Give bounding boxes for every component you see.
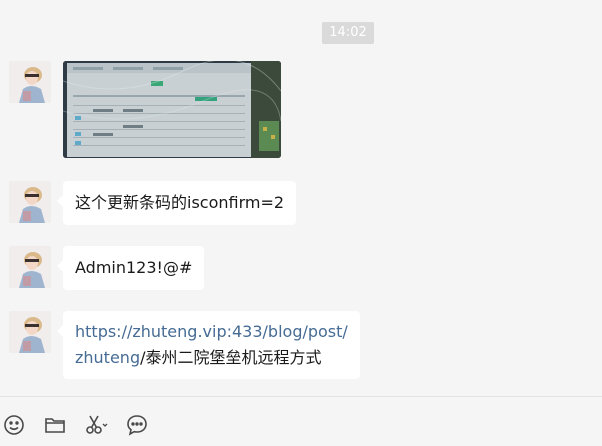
input-toolbar: [0, 396, 602, 446]
message-text: /泰州二院堡垒机远程方式: [140, 348, 322, 367]
chat-history[interactable]: 14:02 这个更新条码的isconfirm=2 Admin123!@# htt…: [0, 0, 602, 396]
avatar[interactable]: [9, 181, 51, 223]
message-text: Admin123!@#: [75, 258, 193, 277]
message-text: 这个更新条码的isconfirm=2: [75, 193, 285, 212]
scissors-icon[interactable]: [84, 413, 108, 437]
chat-bubble-icon[interactable]: [125, 413, 149, 437]
emoji-icon[interactable]: [2, 413, 26, 437]
avatar[interactable]: [9, 246, 51, 288]
message-link[interactable]: https://zhuteng.vip:433/blog/post/: [75, 322, 348, 341]
avatar[interactable]: [9, 311, 51, 353]
message-link-continued[interactable]: zhuteng: [75, 348, 140, 367]
message-bubble[interactable]: 这个更新条码的isconfirm=2: [56, 181, 297, 225]
avatar[interactable]: [9, 61, 51, 103]
message-bubble[interactable]: Admin123!@#: [56, 246, 205, 290]
photo-thumbnail[interactable]: [63, 61, 281, 158]
message-timestamp: 14:02: [322, 22, 374, 44]
message-bubble[interactable]: https://zhuteng.vip:433/blog/post/ zhute…: [57, 311, 360, 379]
folder-icon[interactable]: [43, 413, 67, 437]
